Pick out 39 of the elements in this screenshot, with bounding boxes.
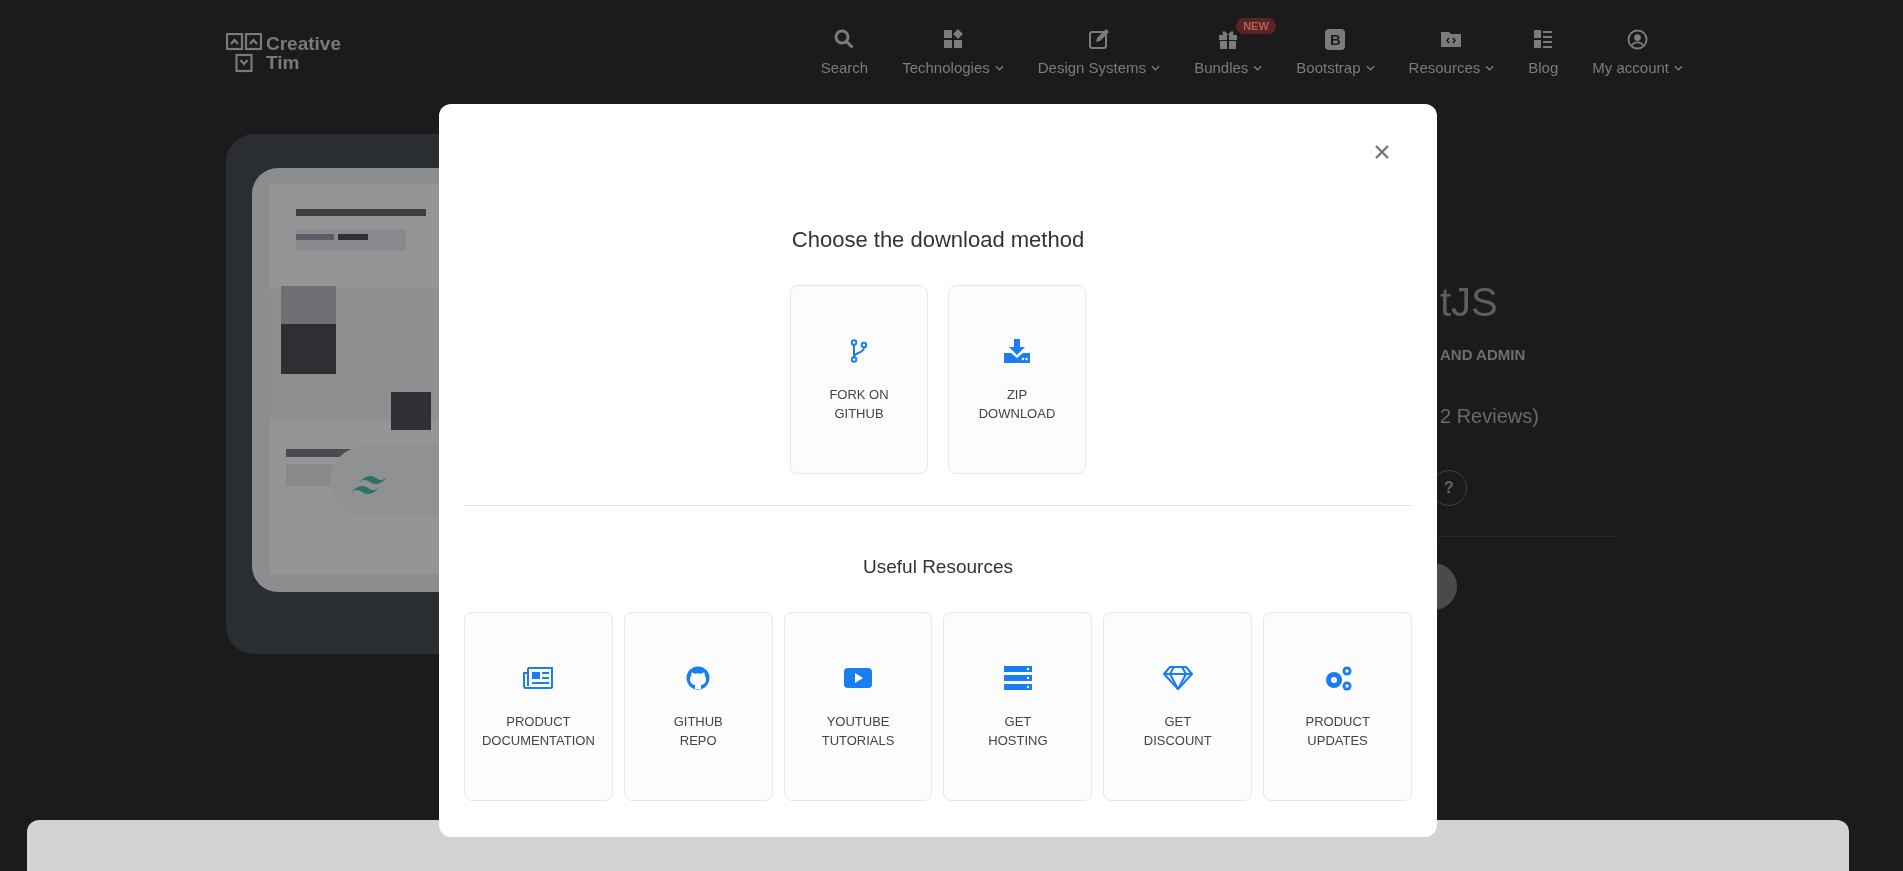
close-button[interactable] — [1375, 145, 1389, 159]
nav-link[interactable]: Technologies — [902, 28, 1004, 76]
nav-link[interactable]: Resources — [1408, 28, 1495, 76]
diamond-icon — [1162, 665, 1193, 690]
bootstrap-icon: B — [1325, 28, 1346, 50]
play-icon — [844, 667, 873, 688]
option-card[interactable]: ZIP DOWNLOAD — [948, 285, 1086, 474]
option-card[interactable]: GET HOSTING — [943, 612, 1093, 801]
option-card[interactable]: PRODUCT UPDATES — [1263, 612, 1412, 801]
user-icon — [1627, 28, 1649, 50]
new-badge: NEW — [1236, 18, 1276, 34]
section-title: Useful Resources — [863, 555, 1013, 579]
list-icon — [1533, 29, 1554, 49]
newspaper-icon — [523, 666, 554, 689]
option-card[interactable]: PRODUCT DOCUMENTATION — [464, 612, 613, 801]
modal-title: Choose the download method — [791, 226, 1085, 254]
logo-icon[interactable] — [226, 33, 262, 73]
nav-link[interactable]: B Bootstrap — [1296, 28, 1375, 76]
grid-icon — [942, 29, 963, 49]
option-card[interactable]: YOUTUBE TUTORIALS — [783, 612, 933, 801]
nav-link[interactable]: Search — [820, 28, 869, 76]
option-card[interactable]: GET DISCOUNT — [1103, 612, 1253, 801]
branch-icon — [851, 338, 867, 363]
cat-icon — [686, 665, 711, 690]
server-icon — [1003, 665, 1032, 690]
nav-link[interactable]: My account — [1592, 28, 1683, 76]
reviews-count: 2 Reviews) — [1439, 405, 1539, 428]
edit-icon — [1088, 29, 1109, 49]
nav-link[interactable]: Design Systems — [1037, 28, 1161, 76]
option-card[interactable]: FORK ON GITHUB — [790, 285, 928, 474]
nav-link[interactable]: Blog — [1528, 28, 1559, 76]
gift-icon — [1218, 29, 1239, 49]
download-icon — [1004, 338, 1030, 363]
product-subtitle: AND ADMIN — [1439, 346, 1526, 363]
option-card[interactable]: GITHUB REPO — [623, 612, 773, 801]
product-title: tJS — [1439, 280, 1498, 324]
folder-icon — [1441, 29, 1462, 49]
search-icon — [834, 29, 855, 49]
logo-text[interactable]: Creative Tim — [266, 34, 346, 72]
